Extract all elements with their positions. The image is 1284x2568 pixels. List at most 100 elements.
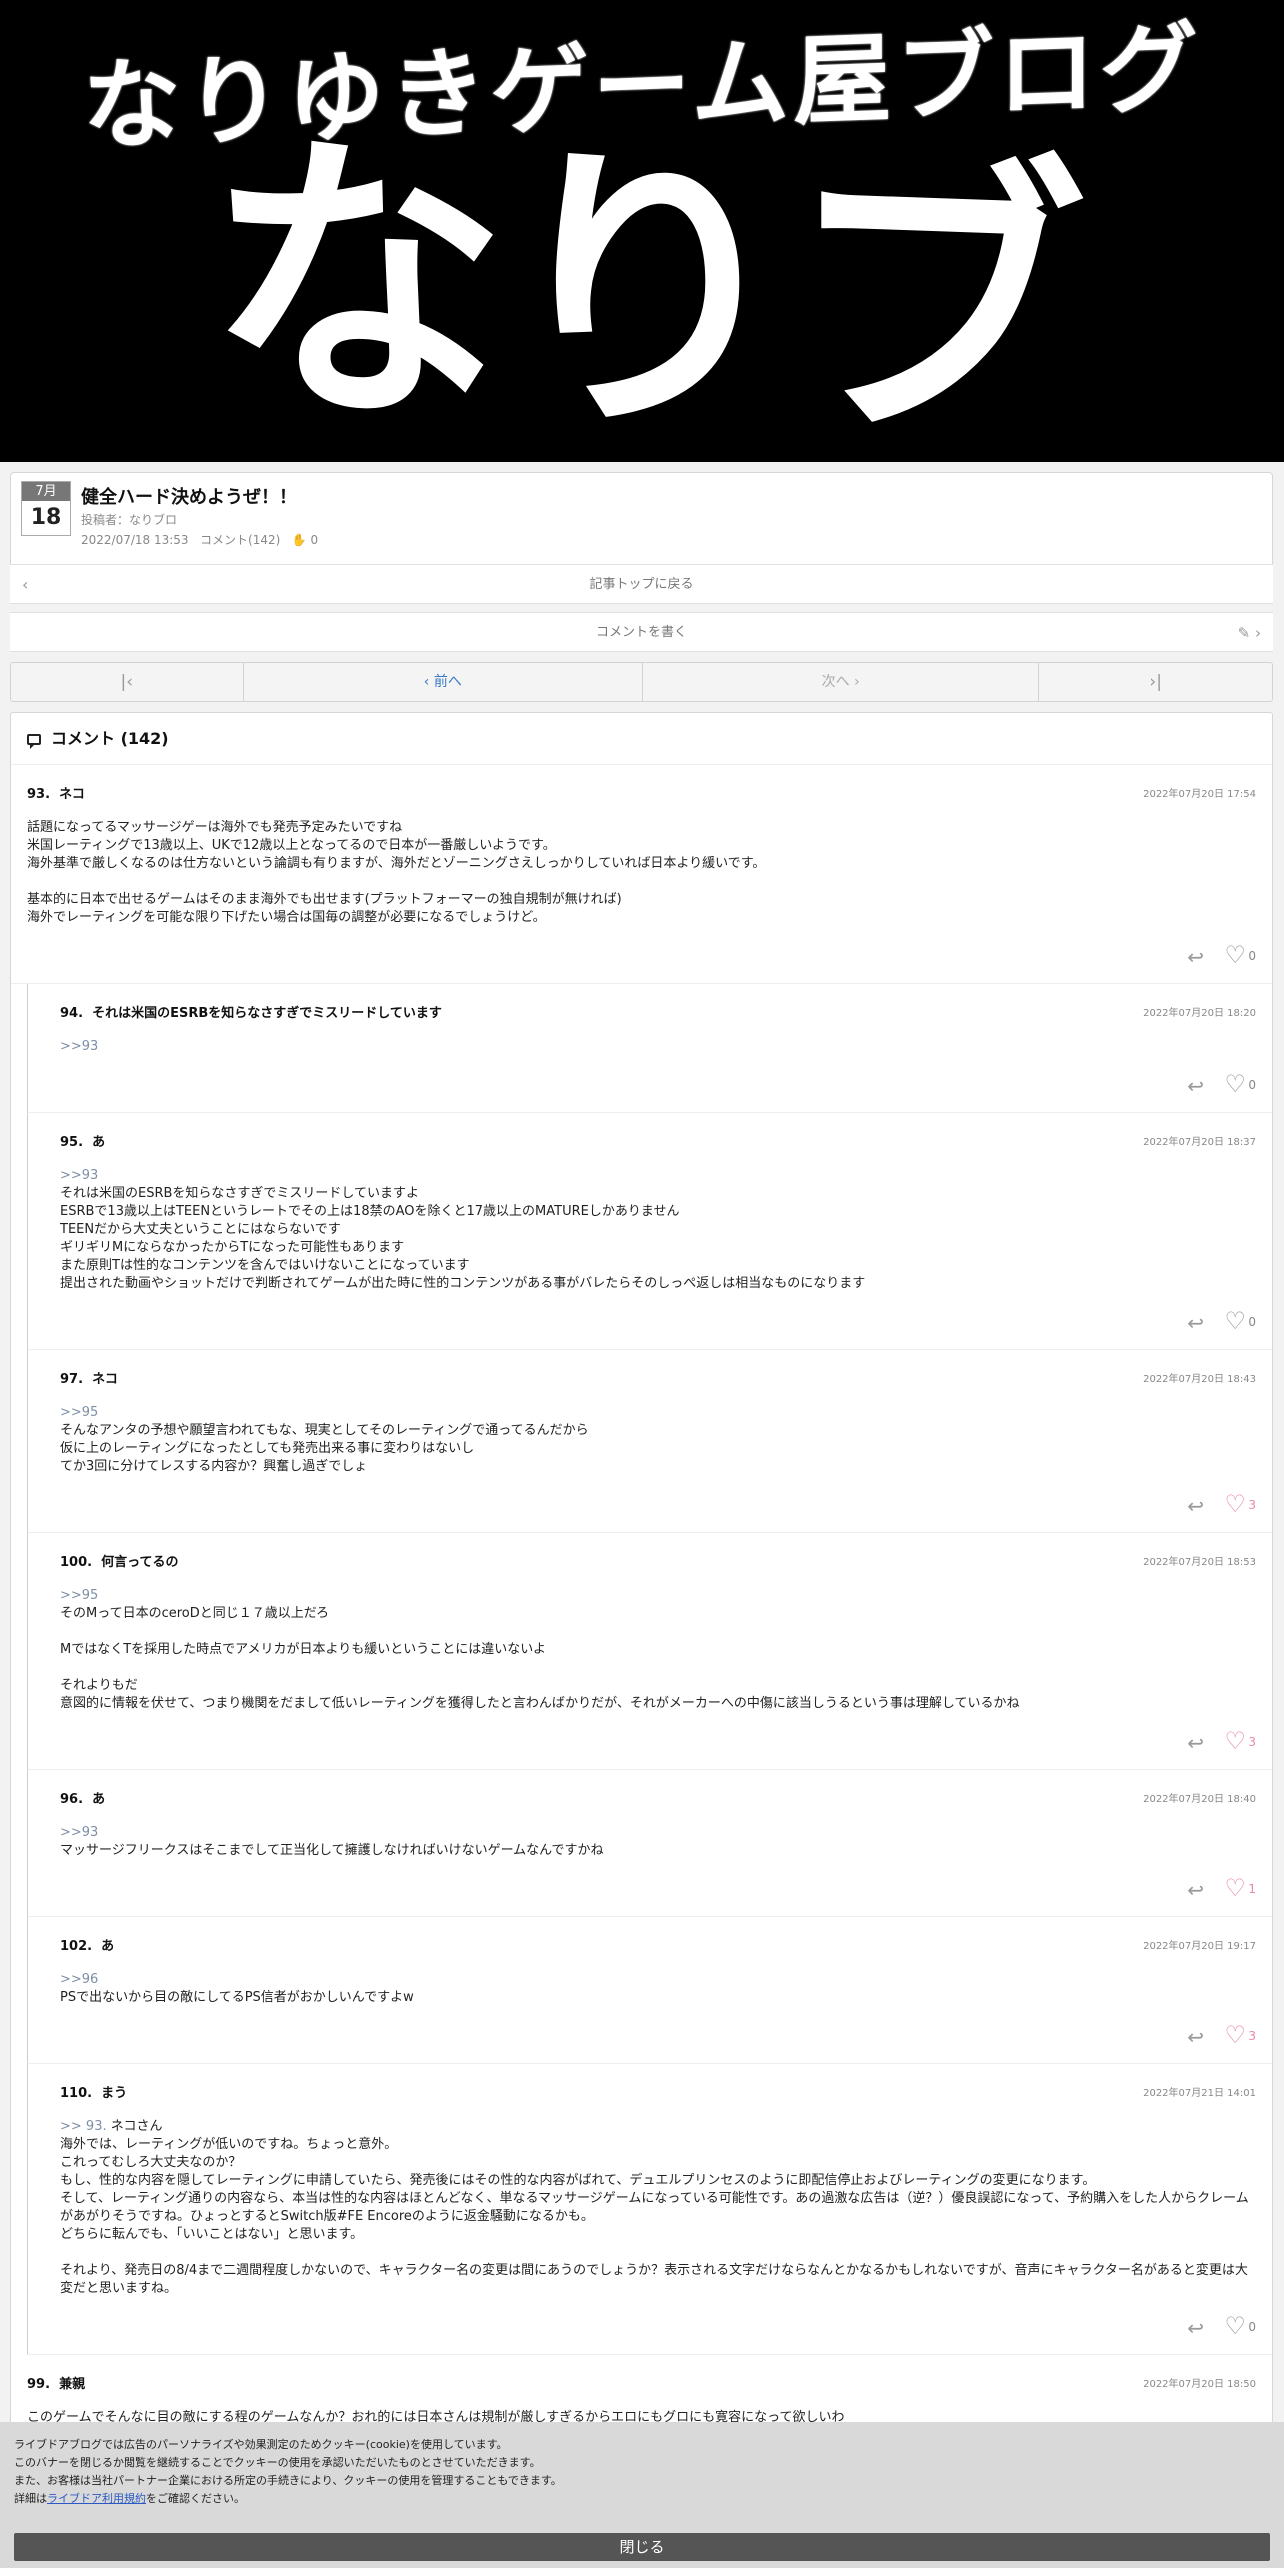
reply-anchor-link[interactable]: >>93	[60, 1039, 98, 1054]
cookie-line-4: 詳細はライブドア利用規約をご確認ください。	[14, 2490, 562, 2508]
comment-header: 95. あ	[60, 1131, 1256, 1153]
cookie-text: ライブドアブログでは広告のパーソナライズや効果測定のためクッキー(cookie)…	[14, 2436, 562, 2508]
comment-body: >>93	[60, 1038, 1256, 1056]
like-count: 3	[1248, 1735, 1256, 1749]
pencil-icon: ✎ ›	[1237, 624, 1261, 642]
comment-actions: ↩ ♡ 1	[28, 1860, 1272, 1916]
pager-next-button[interactable]: 次へ ›	[643, 663, 1040, 701]
heart-icon[interactable]: ♡	[1224, 941, 1246, 969]
cookie-line-2: このバナーを閉じるか閲覧を継続することでクッキーの使用を承認いただいたものとさせ…	[14, 2456, 541, 2469]
heart-icon[interactable]: ♡	[1224, 1070, 1246, 1098]
comment-number: 110.	[60, 2086, 93, 2101]
cookie-line-3: また、お客様は当社パートナー企業における所定の手続きにより、クッキーの使用を管理…	[14, 2474, 562, 2487]
comment-item: 99. 兼親 2022年07月20日 18:50 このゲームでそんなに目の敵にする程…	[11, 2355, 1272, 2428]
reply-arrow-icon[interactable]: ↩	[1187, 1311, 1204, 1335]
comment-header: 102. あ	[60, 1935, 1256, 1957]
article-datetime: 2022/07/18 13:53	[81, 533, 189, 547]
heart-icon[interactable]: ♡	[1224, 2021, 1246, 2049]
like-count: 1	[1248, 1882, 1256, 1896]
reply-anchor-link[interactable]: >>95	[60, 1588, 98, 1603]
article-meta: 2022/07/18 13:53 コメント(142) ✋ 0	[81, 531, 318, 548]
chevron-left-icon: ‹	[22, 575, 29, 594]
comment-header: 99. 兼親	[27, 2373, 1256, 2395]
comment-date: 2022年07月20日 18:20	[1143, 1008, 1256, 1019]
comment-header: 94. それは米国のESRBを知らなさすぎでミスリードしています	[60, 1002, 1256, 1024]
terms-link[interactable]: ライブドア利用規約	[47, 2492, 146, 2505]
reply-anchor-link[interactable]: >>93	[60, 1168, 98, 1183]
reply-arrow-icon[interactable]: ↩	[1187, 1494, 1204, 1518]
comment-actions: ↩ ♡ 3	[28, 1713, 1272, 1769]
reply-anchor-link[interactable]: >>95	[60, 1405, 98, 1420]
back-to-top-label: 記事トップに戻る	[589, 577, 694, 592]
pager-prev-button[interactable]: ‹ 前へ	[244, 663, 643, 701]
comment-actions: ↩ ♡ 0	[28, 2298, 1272, 2354]
heart-icon[interactable]: ♡	[1224, 1727, 1246, 1755]
heart-icon[interactable]: ♡	[1224, 1307, 1246, 1335]
cookie-banner: ライブドアブログでは広告のパーソナライズや効果測定のためクッキー(cookie)…	[0, 2422, 1284, 2568]
comment-item: 97. ネコ 2022年07月20日 18:43 >>95 そんなアンタの予想や願望…	[27, 1350, 1272, 1533]
write-comment-link[interactable]: コメントを書く ✎ ›	[10, 612, 1273, 652]
heart-icon[interactable]: ♡	[1224, 1874, 1246, 1902]
comments-section: コメント (142) 93. ネコ 2022年07月20日 17:54 話題になって…	[10, 712, 1273, 2568]
comment-author: それは米国のESRBを知らなさすぎでミスリードしています	[92, 1006, 442, 1021]
article-title[interactable]: 健全ハード決めようぜ！！	[81, 483, 297, 509]
comment-number: 97.	[60, 1372, 84, 1387]
comment-date: 2022年07月20日 17:54	[1143, 789, 1256, 800]
comments-header: コメント (142)	[11, 713, 1272, 765]
comment-header: 97. ネコ	[60, 1368, 1256, 1390]
comment-author: ネコ	[59, 787, 85, 802]
back-to-top-link[interactable]: ‹ 記事トップに戻る	[10, 564, 1273, 604]
pager-first-button[interactable]: |‹	[11, 663, 244, 701]
comment-date: 2022年07月20日 18:40	[1143, 1794, 1256, 1805]
cookie-close-button[interactable]: 閉じる	[14, 2533, 1270, 2561]
comment-count-link[interactable]: コメント(142)	[200, 533, 280, 547]
banner-logo: なりブロ!!	[207, 104, 1077, 462]
comment-item: 102. あ 2022年07月20日 19:17 >>96 PSで出ないから目の敵に…	[27, 1917, 1272, 2064]
blog-banner[interactable]: なりゆきゲーム屋ブログ なりブロ!!	[0, 0, 1284, 462]
comment-author: まう	[101, 2086, 128, 2101]
comment-text: 話題になってるマッサージゲーは海外でも発売予定みたいですね 米国レーティングで1…	[27, 820, 766, 925]
like-count: 0	[1248, 1078, 1256, 1092]
comment-item: 93. ネコ 2022年07月20日 17:54 話題になってるマッサージゲーは海外…	[11, 765, 1272, 984]
comment-author: 何言ってるの	[101, 1555, 179, 1570]
comment-body: >>93 マッサージフリークスはそこまでして正当化して擁護しなければいけないゲー…	[60, 1824, 1256, 1860]
comment-actions: ↩ ♡ 0	[11, 927, 1272, 983]
comment-header: 93. ネコ	[27, 783, 1256, 805]
comment-actions: ↩ ♡ 3	[28, 1476, 1272, 1532]
reply-arrow-icon[interactable]: ↩	[1187, 1074, 1204, 1098]
comment-item: 94. それは米国のESRBを知らなさすぎでミスリードしています 2022年07月…	[27, 984, 1272, 1113]
comment-actions: ↩ ♡ 0	[28, 1293, 1272, 1349]
like-count: 0	[1248, 949, 1256, 963]
reply-anchor-link[interactable]: >> 93.	[60, 2119, 107, 2134]
comment-bubble-icon	[27, 734, 41, 749]
comment-date: 2022年07月20日 18:50	[1143, 2379, 1256, 2390]
cookie-line-4-post: をご確認ください。	[146, 2492, 245, 2505]
date-month: 7月	[22, 482, 70, 501]
comment-header: 100. 何言ってるの	[60, 1551, 1256, 1573]
reply-arrow-icon[interactable]: ↩	[1187, 1878, 1204, 1902]
comment-actions: ↩ ♡ 3	[28, 2007, 1272, 2063]
comment-body: >>93 それは米国のESRBを知らなさすぎでミスリードしていますよ ESRBで…	[60, 1167, 1256, 1293]
reply-anchor-link[interactable]: >>93	[60, 1825, 98, 1840]
like-count: 0	[1248, 2320, 1256, 2334]
date-day: 18	[30, 505, 62, 530]
reply-anchor-link[interactable]: >>96	[60, 1972, 98, 1987]
comment-author: あ	[92, 1135, 106, 1150]
heart-icon[interactable]: ♡	[1224, 2312, 1246, 2340]
reply-arrow-icon[interactable]: ↩	[1187, 2025, 1204, 2049]
comment-body: >>95 そのMって日本のceroDと同じ１７歳以上だろ MではなくTを採用した…	[60, 1587, 1256, 1713]
comment-author: ネコ	[92, 1372, 118, 1387]
comment-item: 95. あ 2022年07月20日 18:37 >>93 それは米国のESRBを知ら…	[27, 1113, 1272, 1350]
comment-number: 102.	[60, 1939, 93, 1954]
reply-arrow-icon[interactable]: ↩	[1187, 945, 1204, 969]
comment-header: 110. まう	[60, 2082, 1256, 2104]
reply-arrow-icon[interactable]: ↩	[1187, 1731, 1204, 1755]
reply-arrow-icon[interactable]: ↩	[1187, 2316, 1204, 2340]
pager-last-button[interactable]: ›|	[1039, 663, 1272, 701]
comment-number: 99.	[27, 2377, 51, 2392]
comment-item: 96. あ 2022年07月20日 18:40 >>93 マッサージフリークスはそこ…	[27, 1770, 1272, 1917]
comment-text: そんなアンタの予想や願望言われてもな、現実としてそのレーティングで通ってるんだか…	[60, 1423, 589, 1474]
heart-icon[interactable]: ♡	[1224, 1490, 1246, 1518]
comment-number: 96.	[60, 1792, 84, 1807]
clap-icon[interactable]: ✋	[292, 533, 307, 547]
